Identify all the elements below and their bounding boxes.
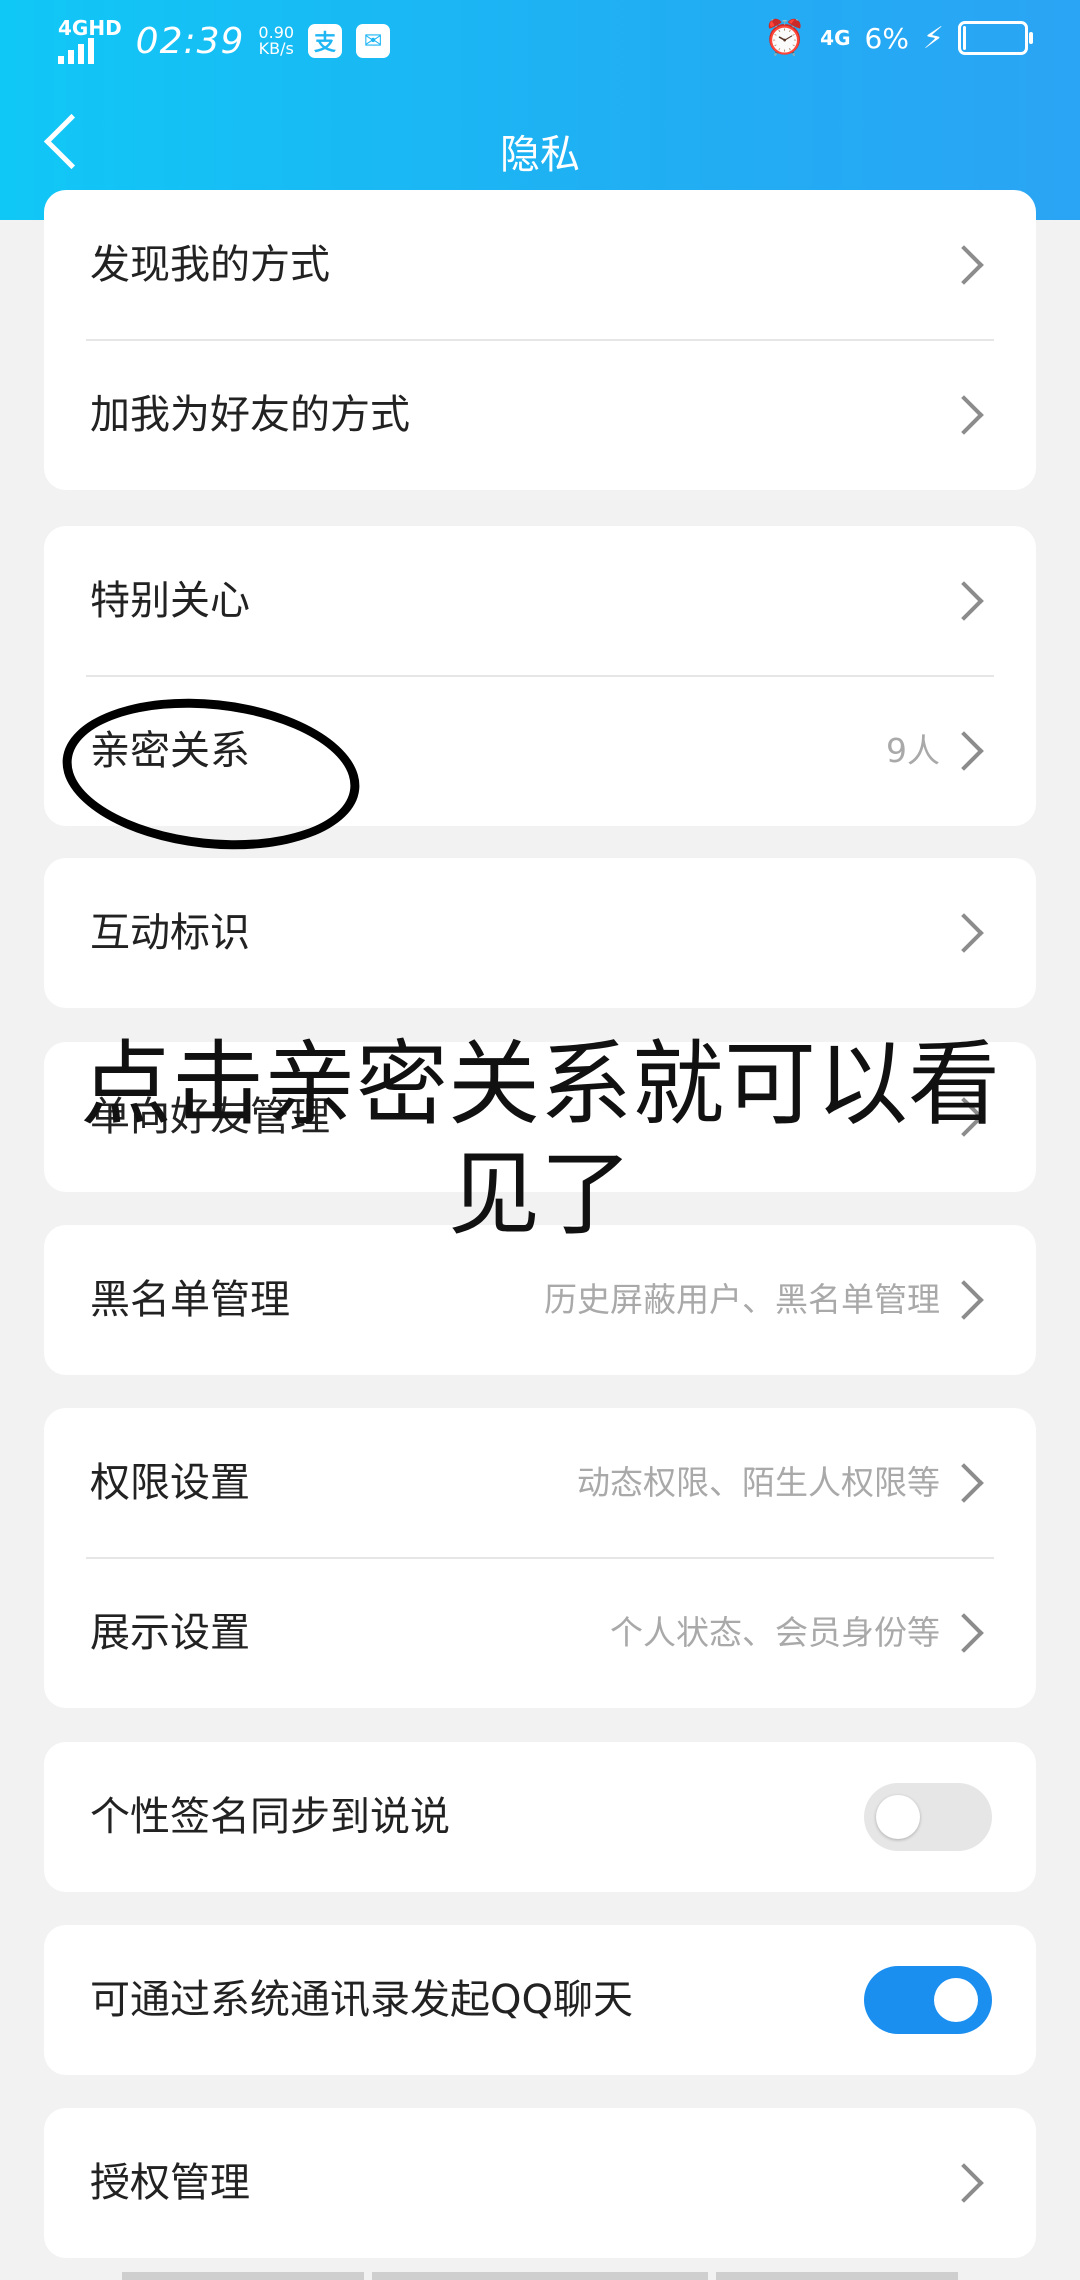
chevron-right-icon <box>944 1613 984 1653</box>
scroll-indicator <box>372 2272 708 2280</box>
network-type: 4GHD <box>58 16 122 40</box>
chevron-right-icon <box>944 2163 984 2203</box>
row-label: 特别关心 <box>90 578 250 624</box>
clock: 02:39 <box>135 20 245 62</box>
row-label: 加我为好友的方式 <box>90 392 410 438</box>
signal-icon <box>58 38 122 64</box>
annotation-text: 点击亲密关系就可以看见了 <box>79 1031 1000 1248</box>
scroll-indicator <box>122 2272 364 2280</box>
toggle-knob <box>934 1978 978 2022</box>
row-discover-me[interactable]: 发现我的方式 <box>44 190 1036 340</box>
card-signature-sync: 个性签名同步到说说 <box>44 1742 1036 1892</box>
scroll-indicator <box>716 2272 958 2280</box>
display-subtitle: 个人状态、会员身份等 <box>610 1613 940 1652</box>
chevron-right-icon <box>944 581 984 621</box>
status-bar: 4GHD 02:39 0.90 KB/s 支 ✉ ⏰ 4G 6% ⚡ <box>0 0 1080 82</box>
chevron-right-icon <box>944 731 984 771</box>
card-discovery: 发现我的方式 加我为好友的方式 <box>44 190 1036 490</box>
battery-icon <box>958 21 1033 55</box>
row-label: 互动标识 <box>90 910 250 956</box>
card-authorization: 授权管理 <box>44 2108 1036 2258</box>
card-interaction-tag: 互动标识 <box>44 858 1036 1008</box>
chevron-right-icon <box>944 1463 984 1503</box>
toggle-knob <box>876 1795 920 1839</box>
signature-sync-toggle[interactable] <box>864 1783 992 1851</box>
row-display-settings[interactable]: 展示设置 个人状态、会员身份等 <box>44 1558 1036 1708</box>
row-authorization[interactable]: 授权管理 <box>44 2108 1036 2258</box>
row-add-me[interactable]: 加我为好友的方式 <box>44 340 1036 490</box>
chevron-right-icon <box>944 245 984 285</box>
row-special-care[interactable]: 特别关心 <box>44 526 1036 676</box>
card-settings: 权限设置 动态权限、陌生人权限等 展示设置 个人状态、会员身份等 <box>44 1408 1036 1708</box>
chevron-right-icon <box>944 913 984 953</box>
charging-icon: ⚡ <box>922 20 944 56</box>
page-title: 隐私 <box>500 132 580 178</box>
contacts-chat-toggle[interactable] <box>864 1966 992 2034</box>
row-interaction-tag[interactable]: 互动标识 <box>44 858 1036 1008</box>
row-label: 个性签名同步到说说 <box>90 1794 450 1840</box>
row-label: 展示设置 <box>90 1610 250 1656</box>
alipay-icon: 支 <box>308 24 343 58</box>
message-icon: ✉ <box>356 24 391 58</box>
net-speed-unit: KB/s <box>258 39 294 58</box>
row-label: 可通过系统通讯录发起QQ聊天 <box>90 1977 633 2023</box>
permission-subtitle: 动态权限、陌生人权限等 <box>577 1463 940 1502</box>
card-contacts-chat: 可通过系统通讯录发起QQ聊天 <box>44 1925 1036 2075</box>
chevron-right-icon <box>944 395 984 435</box>
alarm-icon: ⏰ <box>763 18 807 58</box>
intimate-count: 9人 <box>886 731 940 770</box>
row-label: 发现我的方式 <box>90 242 330 288</box>
row-contacts-chat: 可通过系统通讯录发起QQ聊天 <box>44 1925 1036 2075</box>
battery-percent: 6% <box>864 21 909 55</box>
row-permission-settings[interactable]: 权限设置 动态权限、陌生人权限等 <box>44 1408 1036 1558</box>
row-signature-sync: 个性签名同步到说说 <box>44 1742 1036 1892</box>
app-header: 4GHD 02:39 0.90 KB/s 支 ✉ ⏰ 4G 6% ⚡ 隐私 <box>0 0 1080 220</box>
battery-level-fill <box>963 26 966 50</box>
right-network-type: 4G <box>820 26 851 50</box>
row-label: 授权管理 <box>90 2160 250 2206</box>
row-label: 权限设置 <box>90 1460 250 1506</box>
chevron-right-icon <box>944 1280 984 1320</box>
